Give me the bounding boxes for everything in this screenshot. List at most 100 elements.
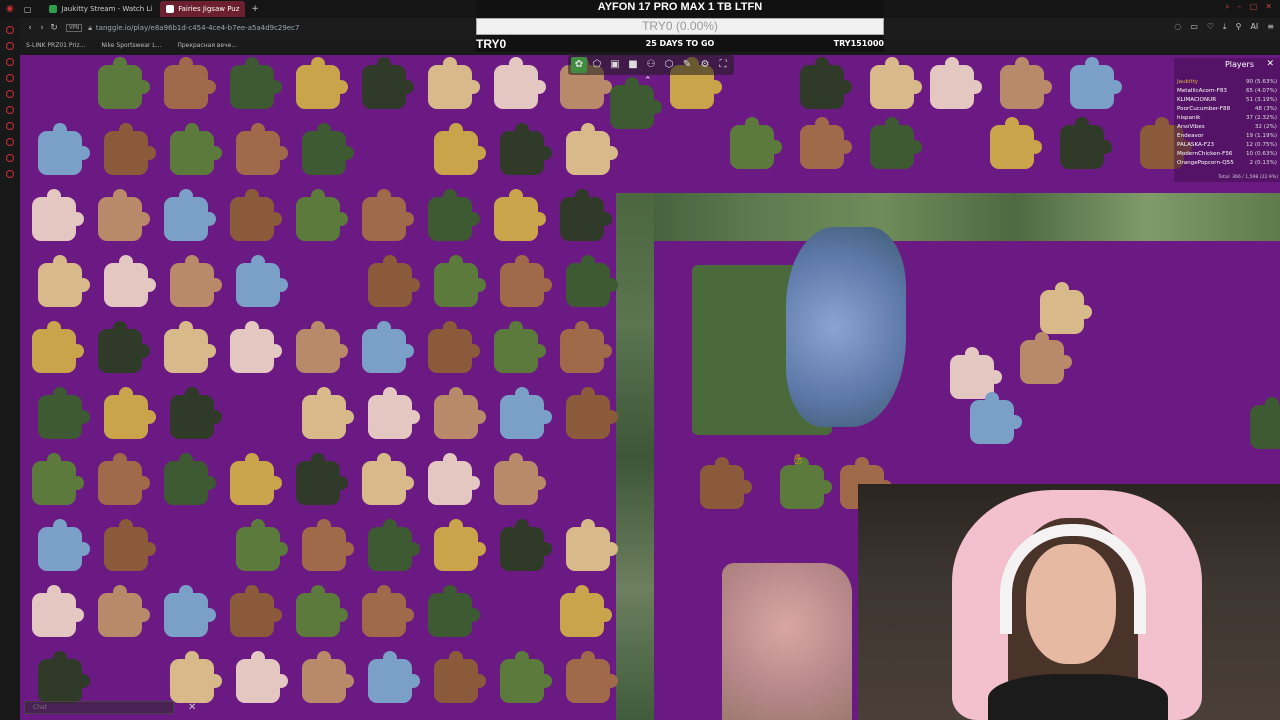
close-players-icon[interactable]: ✕ bbox=[1266, 59, 1274, 69]
puzzle-piece[interactable] bbox=[870, 57, 922, 109]
puzzle-piece[interactable] bbox=[780, 457, 832, 509]
puzzle-tool-icon[interactable]: ✿ bbox=[571, 57, 587, 73]
puzzle-piece[interactable] bbox=[368, 255, 420, 307]
puzzle-piece[interactable] bbox=[566, 387, 618, 439]
search-icon[interactable]: ⌕ bbox=[1225, 2, 1229, 12]
puzzle-piece[interactable] bbox=[302, 519, 354, 571]
sidebar-icon[interactable] bbox=[6, 106, 14, 114]
puzzle-piece[interactable] bbox=[38, 651, 90, 703]
puzzle-piece[interactable] bbox=[296, 57, 348, 109]
sidebar-icon[interactable] bbox=[6, 58, 14, 66]
puzzle-piece[interactable] bbox=[38, 123, 90, 175]
puzzle-piece[interactable] bbox=[236, 123, 288, 175]
puzzle-piece[interactable] bbox=[164, 585, 216, 637]
puzzle-piece[interactable] bbox=[104, 255, 156, 307]
puzzle-piece[interactable] bbox=[104, 387, 156, 439]
puzzle-piece[interactable] bbox=[368, 387, 420, 439]
puzzle-piece[interactable] bbox=[428, 189, 480, 241]
puzzle-piece[interactable] bbox=[560, 585, 612, 637]
bookmark-item[interactable]: Прекрасная вече... bbox=[177, 42, 237, 49]
puzzle-piece[interactable] bbox=[98, 57, 150, 109]
puzzle-piece[interactable] bbox=[500, 651, 552, 703]
ai-icon[interactable]: AI bbox=[1250, 22, 1258, 32]
puzzle-piece[interactable] bbox=[560, 321, 612, 373]
sidebar-icon[interactable] bbox=[6, 42, 14, 50]
puzzle-piece[interactable] bbox=[428, 321, 480, 373]
puzzle-piece[interactable] bbox=[302, 651, 354, 703]
puzzle-piece[interactable] bbox=[362, 321, 414, 373]
color-tool-icon[interactable]: ■ bbox=[625, 57, 641, 73]
puzzle-piece[interactable] bbox=[296, 585, 348, 637]
edit-tool-icon[interactable]: ✎ bbox=[679, 57, 695, 73]
puzzle-piece[interactable] bbox=[236, 651, 288, 703]
players-tool-icon[interactable]: ⚇ bbox=[643, 57, 659, 73]
puzzle-piece[interactable] bbox=[230, 189, 282, 241]
puzzle-piece[interactable] bbox=[434, 651, 486, 703]
puzzle-piece[interactable] bbox=[104, 519, 156, 571]
puzzle-piece[interactable] bbox=[164, 57, 216, 109]
profile-icon[interactable]: ⚲ bbox=[1236, 22, 1242, 32]
puzzle-piece[interactable] bbox=[170, 123, 222, 175]
puzzle-piece[interactable] bbox=[302, 387, 354, 439]
tabs-icon[interactable]: ▢ bbox=[24, 5, 32, 14]
puzzle-piece[interactable] bbox=[362, 189, 414, 241]
url-field[interactable]: tanggle.io/play/e8a96b1d-c454-4ce4-b7ee-… bbox=[96, 24, 300, 32]
puzzle-piece[interactable] bbox=[560, 189, 612, 241]
puzzle-piece[interactable] bbox=[434, 519, 486, 571]
puzzle-piece[interactable] bbox=[990, 117, 1042, 169]
collapse-toolbar-icon[interactable]: ⌃ bbox=[644, 76, 652, 86]
puzzle-piece[interactable] bbox=[494, 57, 546, 109]
minimize-icon[interactable]: – bbox=[1238, 2, 1242, 12]
puzzle-piece[interactable] bbox=[164, 189, 216, 241]
puzzle-piece[interactable] bbox=[428, 585, 480, 637]
puzzle-piece[interactable] bbox=[38, 387, 90, 439]
puzzle-piece[interactable] bbox=[236, 255, 288, 307]
puzzle-piece[interactable] bbox=[98, 453, 150, 505]
puzzle-piece[interactable] bbox=[566, 519, 618, 571]
pieces-tool-icon[interactable]: ⬠ bbox=[589, 57, 605, 73]
puzzle-piece[interactable] bbox=[230, 585, 282, 637]
puzzle-piece[interactable] bbox=[566, 255, 618, 307]
close-icon[interactable]: ✕ bbox=[1265, 2, 1272, 12]
puzzle-piece[interactable] bbox=[930, 57, 982, 109]
forward-icon[interactable]: › bbox=[36, 23, 48, 33]
puzzle-piece[interactable] bbox=[98, 585, 150, 637]
puzzle-piece[interactable] bbox=[164, 453, 216, 505]
vpn-badge[interactable]: VPN bbox=[66, 24, 83, 32]
menu-icon[interactable]: ≡ bbox=[1267, 22, 1274, 32]
puzzle-piece[interactable] bbox=[230, 453, 282, 505]
puzzle-piece[interactable] bbox=[500, 387, 552, 439]
puzzle-piece[interactable] bbox=[38, 255, 90, 307]
reload-icon[interactable]: ↻ bbox=[48, 23, 60, 33]
puzzle-piece[interactable] bbox=[428, 453, 480, 505]
puzzle-piece[interactable] bbox=[870, 117, 922, 169]
puzzle-piece[interactable] bbox=[434, 387, 486, 439]
puzzle-piece[interactable] bbox=[428, 57, 480, 109]
puzzle-piece[interactable] bbox=[104, 123, 156, 175]
puzzle-piece[interactable] bbox=[170, 387, 222, 439]
puzzle-piece[interactable] bbox=[1040, 282, 1092, 334]
puzzle-piece[interactable] bbox=[38, 519, 90, 571]
tab-jigsaw-puzzle[interactable]: Fairies Jigsaw Puz bbox=[160, 1, 246, 17]
puzzle-piece[interactable] bbox=[362, 453, 414, 505]
puzzle-piece[interactable] bbox=[98, 189, 150, 241]
sidebar-icon[interactable] bbox=[6, 170, 14, 178]
puzzle-piece[interactable] bbox=[500, 519, 552, 571]
bookmark-item[interactable]: S-LINK PRZ01 Priz... bbox=[26, 42, 85, 49]
puzzle-piece[interactable] bbox=[1250, 397, 1280, 449]
puzzle-piece[interactable] bbox=[1000, 57, 1052, 109]
puzzle-piece[interactable] bbox=[970, 392, 1022, 444]
puzzle-piece[interactable] bbox=[368, 651, 420, 703]
close-chat-icon[interactable]: ✕ bbox=[188, 702, 196, 713]
back-icon[interactable]: ‹ bbox=[24, 23, 36, 33]
puzzle-piece[interactable] bbox=[494, 453, 546, 505]
chat-input[interactable]: Chat bbox=[24, 701, 174, 714]
puzzle-piece[interactable] bbox=[32, 321, 84, 373]
chat-icon[interactable]: ◌ bbox=[1174, 22, 1181, 32]
puzzle-piece[interactable] bbox=[800, 117, 852, 169]
puzzle-piece[interactable] bbox=[32, 585, 84, 637]
puzzle-piece[interactable] bbox=[362, 585, 414, 637]
puzzle-piece[interactable] bbox=[98, 321, 150, 373]
browser-menu-icon[interactable]: ◉ bbox=[6, 4, 14, 14]
puzzle-piece[interactable] bbox=[236, 519, 288, 571]
